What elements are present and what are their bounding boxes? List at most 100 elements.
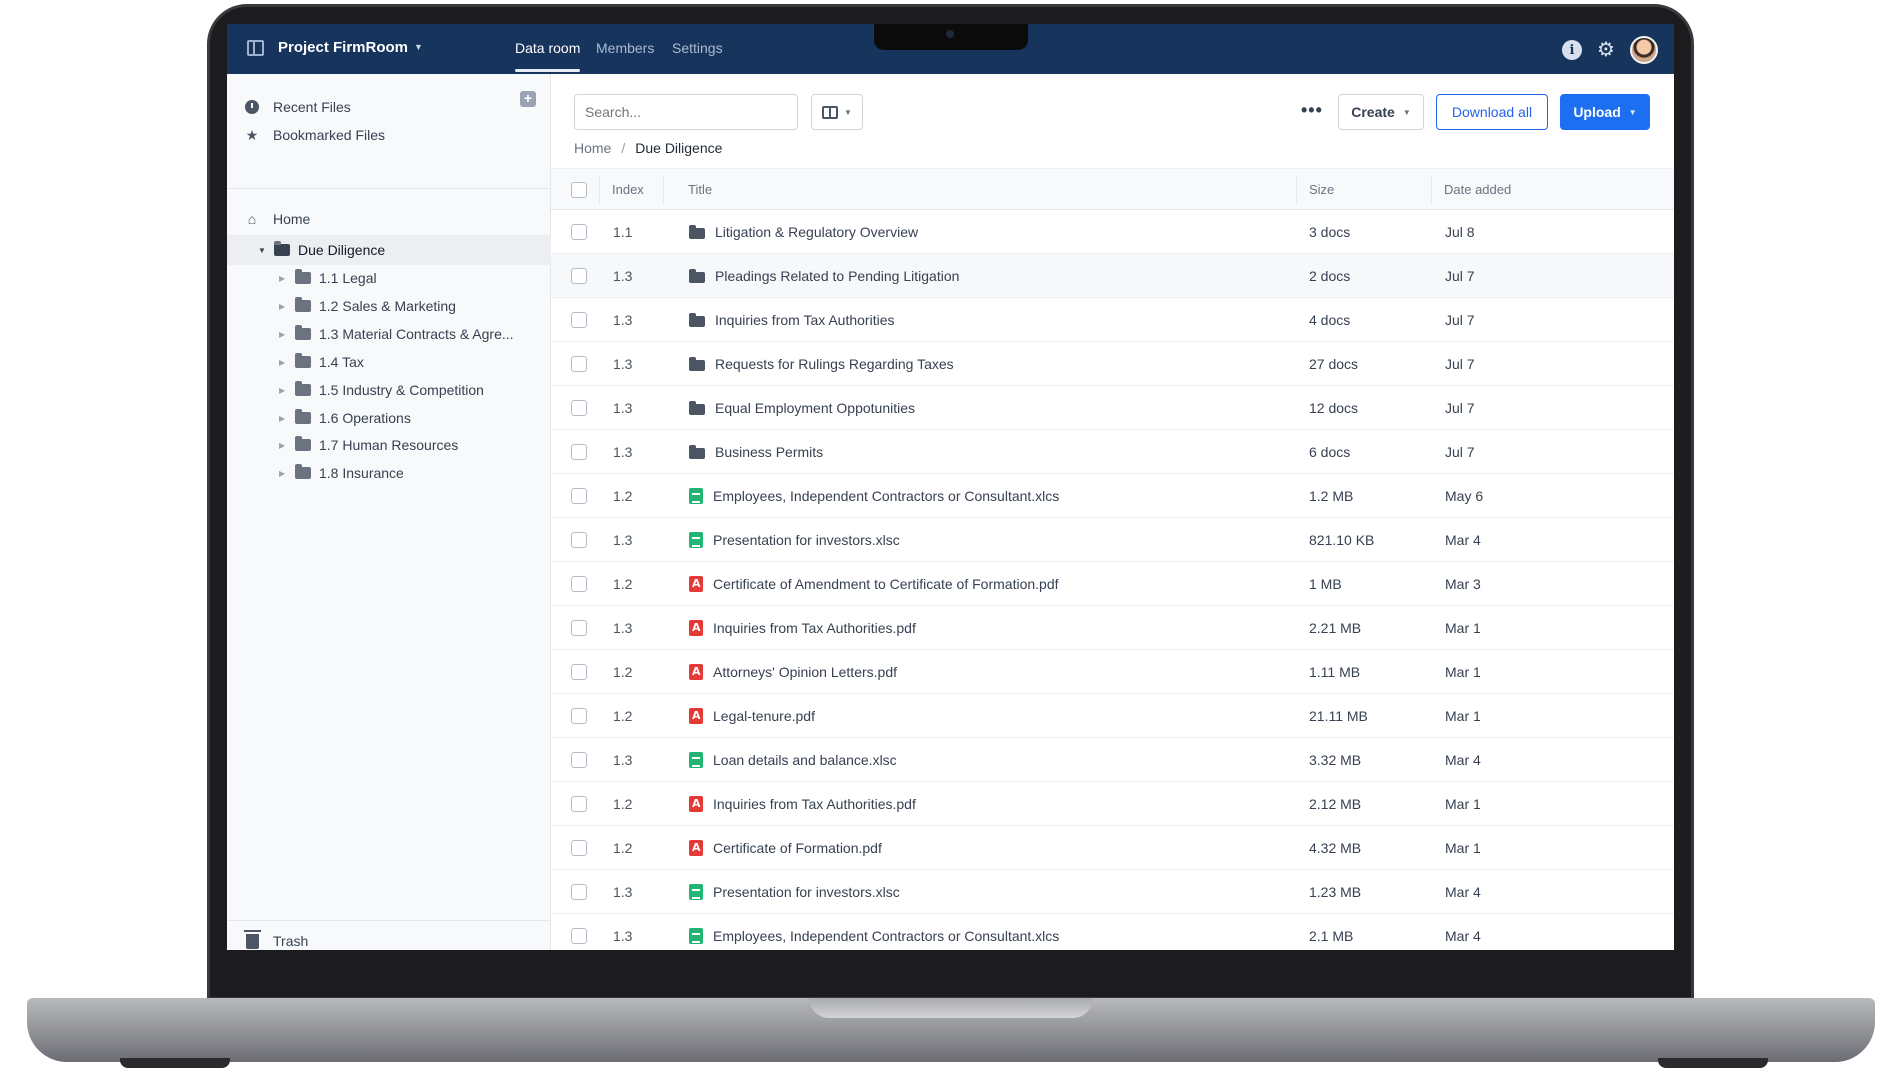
table-row[interactable]: 1.2 Attorneys' Opinion Letters.pdf 1.11 MB… <box>551 650 1674 694</box>
tree-item[interactable]: ▶ 1.2 Sales & Marketing <box>279 292 456 320</box>
project-switcher[interactable]: Project FirmRoom ▼ <box>278 39 423 56</box>
row-title[interactable]: Litigation & Regulatory Overview <box>689 224 918 240</box>
column-header-title[interactable]: Title <box>688 182 712 197</box>
tree-item[interactable]: ▶ 1.8 Insurance <box>279 459 404 487</box>
row-date: Mar 3 <box>1445 576 1481 592</box>
column-header-size[interactable]: Size <box>1309 182 1334 197</box>
table-row[interactable]: 1.3 Pleadings Related to Pending Litigati… <box>551 254 1674 298</box>
row-checkbox[interactable] <box>571 268 587 284</box>
caret-right-icon[interactable]: ▶ <box>279 302 289 311</box>
gear-icon[interactable]: ⚙ <box>1596 40 1616 60</box>
row-checkbox[interactable] <box>571 224 587 240</box>
row-title[interactable]: Inquiries from Tax Authorities.pdf <box>689 796 916 812</box>
column-header-date[interactable]: Date added <box>1444 182 1511 197</box>
row-checkbox[interactable] <box>571 796 587 812</box>
row-checkbox[interactable] <box>571 928 587 944</box>
table-row[interactable]: 1.3 Business Permits 6 docs Jul 7 <box>551 430 1674 474</box>
row-checkbox[interactable] <box>571 444 587 460</box>
avatar[interactable] <box>1630 36 1658 64</box>
row-title[interactable]: Presentation for investors.xlsc <box>689 884 900 900</box>
caret-right-icon[interactable]: ▶ <box>279 274 289 283</box>
row-checkbox[interactable] <box>571 664 587 680</box>
row-checkbox[interactable] <box>571 620 587 636</box>
row-title[interactable]: Certificate of Amendment to Certificate … <box>689 576 1059 592</box>
row-title[interactable]: Inquiries from Tax Authorities <box>689 312 895 328</box>
row-checkbox[interactable] <box>571 312 587 328</box>
tab-members[interactable]: Members <box>596 40 654 56</box>
caret-right-icon[interactable]: ▶ <box>279 330 289 339</box>
tree-item[interactable]: ▶ 1.7 Human Resources <box>279 431 458 459</box>
row-title[interactable]: Employees, Independent Contractors or Co… <box>689 488 1059 504</box>
table-row[interactable]: 1.3 Presentation for investors.xlsc 821.10… <box>551 518 1674 562</box>
upload-button[interactable]: Upload ▼ <box>1560 94 1650 130</box>
row-checkbox[interactable] <box>571 752 587 768</box>
table-row[interactable]: 1.3 Equal Employment Oppotunities 12 docs J… <box>551 386 1674 430</box>
add-icon[interactable]: + <box>520 91 536 107</box>
view-toggle-button[interactable]: ▼ <box>811 94 863 130</box>
row-checkbox[interactable] <box>571 400 587 416</box>
folder-icon <box>689 268 705 283</box>
caret-right-icon[interactable]: ▶ <box>279 358 289 367</box>
row-title[interactable]: Pleadings Related to Pending Litigation <box>689 268 959 284</box>
table-row[interactable]: 1.3 Inquiries from Tax Authorities 4 docs J… <box>551 298 1674 342</box>
row-checkbox[interactable] <box>571 708 587 724</box>
table-row[interactable]: 1.3 Loan details and balance.xlsc 3.32 MB M… <box>551 738 1674 782</box>
tree-item[interactable]: ▶ 1.5 Industry & Competition <box>279 376 484 404</box>
row-checkbox[interactable] <box>571 532 587 548</box>
row-title[interactable]: Employees, Independent Contractors or Co… <box>689 928 1059 944</box>
row-title[interactable]: Business Permits <box>689 444 823 460</box>
more-options-icon[interactable]: ••• <box>1301 101 1323 119</box>
select-all-checkbox[interactable] <box>571 182 587 198</box>
create-button[interactable]: Create ▼ <box>1338 94 1424 130</box>
row-size: 821.10 KB <box>1309 532 1375 548</box>
sidebar-item-label: Recent Files <box>273 99 351 115</box>
row-title[interactable]: Equal Employment Oppotunities <box>689 400 915 416</box>
table-row[interactable]: 1.3 Presentation for investors.xlsc 1.23 M… <box>551 870 1674 914</box>
table-row[interactable]: 1.1 Litigation & Regulatory Overview 3 doc… <box>551 210 1674 254</box>
tab-settings[interactable]: Settings <box>672 40 723 56</box>
row-title[interactable]: Requests for Rulings Regarding Taxes <box>689 356 954 372</box>
info-icon[interactable]: i <box>1562 40 1582 60</box>
download-all-button[interactable]: Download all <box>1436 94 1548 130</box>
row-checkbox[interactable] <box>571 576 587 592</box>
breadcrumb-home[interactable]: Home <box>574 140 611 156</box>
table-row[interactable]: 1.2 Certificate of Formation.pdf 4.32 MB Ma… <box>551 826 1674 870</box>
panel-toggle-icon[interactable] <box>247 40 264 56</box>
row-title[interactable]: Certificate of Formation.pdf <box>689 840 882 856</box>
table-row[interactable]: 1.3 Requests for Rulings Regarding Taxes 2… <box>551 342 1674 386</box>
row-title[interactable]: Legal-tenure.pdf <box>689 708 815 724</box>
row-index: 1.2 <box>613 840 633 856</box>
table-row[interactable]: 1.2 Employees, Independent Contractors or… <box>551 474 1674 518</box>
table-row[interactable]: 1.3 Inquiries from Tax Authorities.pdf 2.2… <box>551 606 1674 650</box>
tree-item-due-diligence[interactable]: ▼ Due Diligence <box>258 236 385 264</box>
row-checkbox[interactable] <box>571 884 587 900</box>
row-title[interactable]: Inquiries from Tax Authorities.pdf <box>689 620 916 636</box>
row-title[interactable]: Presentation for investors.xlsc <box>689 532 900 548</box>
caret-down-icon[interactable]: ▼ <box>258 246 268 255</box>
table-row[interactable]: 1.2 Inquiries from Tax Authorities.pdf 2.1… <box>551 782 1674 826</box>
row-checkbox[interactable] <box>571 488 587 504</box>
row-size: 3 docs <box>1309 224 1351 240</box>
table-row[interactable]: 1.3 Employees, Independent Contractors or… <box>551 914 1674 950</box>
caret-right-icon[interactable]: ▶ <box>279 441 289 450</box>
sidebar-item-trash[interactable]: Trash <box>243 927 308 950</box>
sidebar-item-recent-files[interactable]: Recent Files <box>243 93 351 121</box>
tree-item[interactable]: ▶ 1.4 Tax <box>279 348 364 376</box>
table-row[interactable]: 1.2 Legal-tenure.pdf 21.11 MB Mar 1 <box>551 694 1674 738</box>
row-title[interactable]: Loan details and balance.xlsc <box>689 752 897 768</box>
caret-right-icon[interactable]: ▶ <box>279 469 289 478</box>
sidebar-item-bookmarked-files[interactable]: ★ Bookmarked Files <box>243 121 385 149</box>
tree-item[interactable]: ▶ 1.6 Operations <box>279 404 411 432</box>
search-input[interactable] <box>574 94 798 130</box>
sidebar-item-home[interactable]: ⌂ Home <box>243 205 311 233</box>
caret-right-icon[interactable]: ▶ <box>279 386 289 395</box>
row-checkbox[interactable] <box>571 356 587 372</box>
tab-data-room[interactable]: Data room <box>515 40 581 72</box>
column-header-index[interactable]: Index <box>612 182 644 197</box>
tree-item[interactable]: ▶ 1.1 Legal <box>279 264 377 292</box>
tree-item[interactable]: ▶ 1.3 Material Contracts & Agre... <box>279 320 514 348</box>
row-title[interactable]: Attorneys' Opinion Letters.pdf <box>689 664 897 680</box>
caret-right-icon[interactable]: ▶ <box>279 414 289 423</box>
row-checkbox[interactable] <box>571 840 587 856</box>
table-row[interactable]: 1.2 Certificate of Amendment to Certifica… <box>551 562 1674 606</box>
